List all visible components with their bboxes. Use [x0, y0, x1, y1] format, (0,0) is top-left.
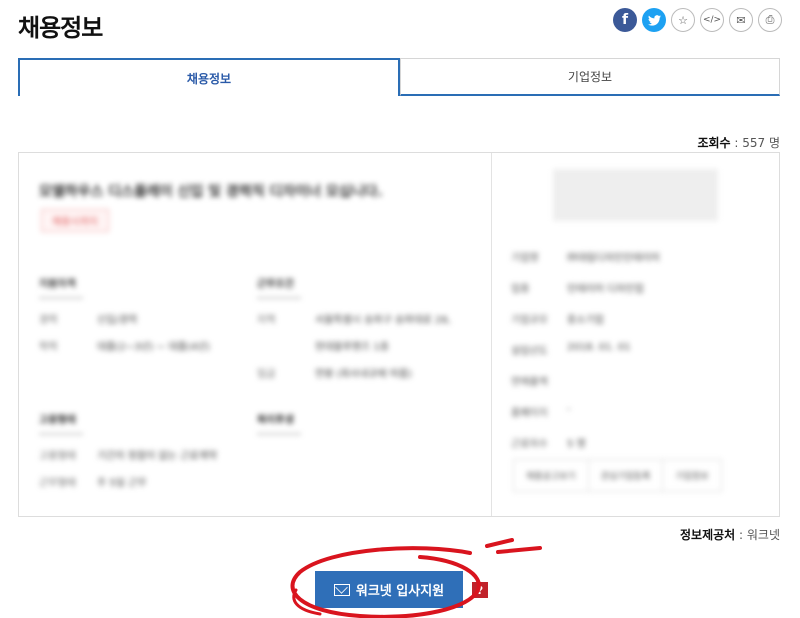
- status-badge: 채용시까지: [41, 209, 109, 232]
- tab-company-info[interactable]: 기업정보: [400, 58, 780, 96]
- welfare-section: 복리후생: [257, 411, 301, 447]
- row-value: 대졸(2~3년) ~ 대졸(4년): [97, 342, 211, 353]
- job-title: 모델하우스 디스플레이 신입 및 경력직 디자이너 모십니다.: [39, 184, 383, 200]
- view-count: 조회수 : 557 명: [697, 134, 780, 151]
- row-key: 근무형태: [39, 478, 76, 489]
- divider: [39, 433, 83, 435]
- welfare-heading: 복리후생: [257, 415, 294, 426]
- row-key: 홈페이지: [511, 408, 548, 419]
- hiring-section: 고용형태 고용형태 기간의 정함이 없는 근로계약 근무형태 주 5일 근무: [39, 411, 217, 501]
- company-action-buttons: 채용공고보기 관심기업등록 기업정보: [513, 459, 722, 492]
- company-info-button[interactable]: 기업정보: [663, 460, 720, 491]
- company-info-row: 업종 인테리어 디자인업: [511, 280, 660, 295]
- row-value: 주 5일 근무: [97, 478, 147, 489]
- requirements-section: 지원자격 경력 신입/경력 학력 대졸(2~3년) ~ 대졸(4년): [39, 275, 210, 365]
- row-key: 연매출액: [511, 377, 548, 388]
- row-value: 신입/경력: [97, 315, 138, 326]
- conditions-row: 현대블루핸즈 1층: [257, 338, 451, 353]
- requirements-row: 경력 신입/경력: [39, 311, 210, 326]
- company-info-row: 근로자수 5 명: [511, 435, 660, 450]
- company-info-row: 홈페이지 -: [511, 404, 660, 419]
- share-bar: f ☆ </> ✉ ⎙: [613, 8, 782, 32]
- mail-icon: [333, 583, 350, 596]
- view-count-value: : 557 명: [730, 136, 780, 150]
- email-share-icon[interactable]: ✉: [729, 8, 753, 32]
- provider-label: 정보제공처: [680, 528, 736, 542]
- twitter-share-icon[interactable]: [642, 8, 666, 32]
- page-title: 채용정보: [18, 14, 103, 42]
- divider: [257, 433, 301, 435]
- view-count-label: 조회수: [697, 136, 731, 150]
- row-key: 설립년도: [511, 346, 548, 357]
- row-key: [257, 338, 297, 353]
- row-value: ㈜대림디자인인테리어: [567, 253, 660, 264]
- company-summary-panel: 기업명 ㈜대림디자인인테리어 업종 인테리어 디자인업 기업규모 중소기업 설립년도 2…: [493, 153, 779, 516]
- apply-button-label: 워크넷 입사지원: [355, 584, 445, 599]
- hiring-row: 고용형태 기간의 정함이 없는 근로계약: [39, 447, 217, 462]
- row-key: 기업규모: [511, 315, 548, 326]
- row-key: 경력: [39, 315, 58, 326]
- bookmark-star-icon[interactable]: ☆: [671, 8, 695, 32]
- row-key: 기업명: [511, 253, 539, 264]
- job-summary-panel: 모델하우스 디스플레이 신입 및 경력직 디자이너 모십니다. 채용시까지 지원…: [19, 153, 492, 516]
- print-icon[interactable]: ⎙: [758, 8, 782, 32]
- row-value: 기간의 정함이 없는 근로계약: [97, 451, 217, 462]
- provider-value: : 워크넷: [735, 528, 780, 542]
- favorite-company-button[interactable]: 관심기업등록: [589, 460, 664, 491]
- row-value: 인테리어 디자인업: [567, 284, 644, 295]
- divider: [257, 297, 301, 299]
- company-info-row: 설립년도 2018. 01. 01: [511, 342, 660, 357]
- hiring-row: 근무형태 주 5일 근무: [39, 474, 217, 489]
- company-logo: [553, 169, 718, 221]
- row-value: 연봉 (회사내규에 따름): [315, 369, 412, 380]
- info-tabs: 채용정보 기업정보: [18, 58, 780, 96]
- requirements-heading: 지원자격: [39, 279, 76, 290]
- worknet-apply-button[interactable]: 워크넷 입사지원: [315, 571, 463, 608]
- company-info-row: 연매출액: [511, 373, 660, 388]
- row-value: 중소기업: [567, 315, 604, 326]
- row-value: 현대블루핸즈 1층: [315, 342, 389, 353]
- row-key: 고용형태: [39, 451, 76, 462]
- row-key: 업종: [511, 284, 530, 295]
- company-info-list: 기업명 ㈜대림디자인인테리어 업종 인테리어 디자인업 기업규모 중소기업 설립년도 2…: [511, 249, 660, 466]
- job-detail-card: 모델하우스 디스플레이 신입 및 경력직 디자이너 모십니다. 채용시까지 지원…: [18, 152, 780, 517]
- conditions-row: 지역 서울특별시 송파구 송파대로 28,: [257, 311, 451, 326]
- conditions-heading: 근무조건: [257, 279, 294, 290]
- embed-code-icon[interactable]: </>: [700, 8, 724, 32]
- divider: [39, 297, 83, 299]
- row-key: 학력: [39, 342, 58, 353]
- row-key: 근로자수: [511, 439, 548, 450]
- conditions-section: 근무조건 지역 서울특별시 송파구 송파대로 28, 현대블루핸즈 1층 임금 연봉…: [257, 275, 451, 392]
- conditions-row: 임금 연봉 (회사내규에 따름): [257, 365, 451, 380]
- requirements-row: 학력 대졸(2~3년) ~ 대졸(4년): [39, 338, 210, 353]
- info-provider: 정보제공처 : 워크넷: [680, 526, 780, 543]
- company-info-row: 기업규모 중소기업: [511, 311, 660, 326]
- row-value: -: [567, 404, 571, 415]
- row-value: 2018. 01. 01: [567, 342, 631, 353]
- view-postings-button[interactable]: 채용공고보기: [514, 460, 589, 491]
- help-icon[interactable]: ?: [472, 582, 488, 598]
- row-value: 서울특별시 송파구 송파대로 28,: [315, 315, 451, 326]
- tab-job-info[interactable]: 채용정보: [18, 58, 400, 96]
- hiring-heading: 고용형태: [39, 415, 76, 426]
- company-info-row: 기업명 ㈜대림디자인인테리어: [511, 249, 660, 264]
- row-key: 지역: [257, 315, 276, 326]
- row-value: 5 명: [567, 439, 586, 450]
- facebook-share-icon[interactable]: f: [613, 8, 637, 32]
- row-key: 임금: [257, 369, 276, 380]
